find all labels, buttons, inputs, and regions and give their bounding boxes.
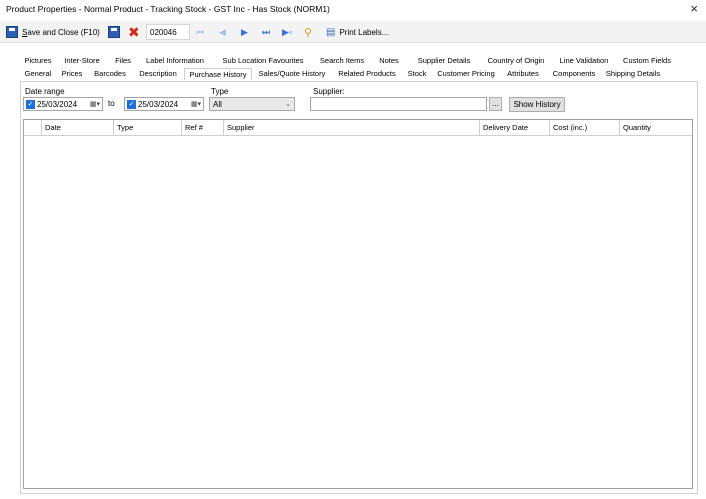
tab-supplier-details[interactable]: Supplier Details xyxy=(408,55,480,67)
previous-record-button[interactable]: ◀ xyxy=(219,24,226,40)
date-from-checkbox[interactable]: ✓ xyxy=(26,99,35,109)
column-header-type[interactable]: Type xyxy=(114,120,182,136)
delete-x-icon: ✖ xyxy=(128,24,140,40)
date-range-label: Date range xyxy=(25,87,65,96)
supplier-label: Supplier: xyxy=(313,87,345,96)
tab-prices[interactable]: Prices xyxy=(56,68,88,80)
supplier-input[interactable] xyxy=(310,97,487,111)
column-header-supplier[interactable]: Supplier xyxy=(224,120,480,136)
floppy-icon xyxy=(108,26,120,38)
tab-inter-store[interactable]: Inter-Store xyxy=(56,55,108,67)
last-record-button[interactable]: ⏭ xyxy=(262,24,270,40)
tab-row-top: Pictures Inter-Store Files Label Informa… xyxy=(20,55,678,67)
tab-shipping-details[interactable]: Shipping Details xyxy=(602,68,664,80)
type-select-value: All xyxy=(213,99,222,109)
row-indicator-header xyxy=(24,120,42,136)
browse-supplier-button[interactable]: ... xyxy=(489,97,502,111)
first-record-icon: ⏮ xyxy=(196,26,205,37)
date-from-value: 25/03/2024 xyxy=(37,99,78,109)
date-from-picker[interactable]: ✓ 25/03/2024 ▦▾ xyxy=(23,97,103,111)
column-header-cost-inc[interactable]: Cost (inc.) xyxy=(550,120,620,136)
tab-components[interactable]: Components xyxy=(546,68,602,80)
calendar-dropdown-icon[interactable]: ▦▾ xyxy=(90,100,100,108)
save-and-close-button[interactable]: Save and Close (F10) xyxy=(6,24,100,40)
magnifier-icon: ⚲ xyxy=(304,26,313,39)
tab-attributes[interactable]: Attributes xyxy=(500,68,546,80)
previous-record-icon: ◀ xyxy=(219,26,226,37)
new-record-button[interactable]: ▶▫ xyxy=(282,24,292,40)
tab-pictures[interactable]: Pictures xyxy=(20,55,56,67)
delete-button[interactable]: ✖ xyxy=(128,24,140,40)
next-record-button[interactable]: ▶ xyxy=(241,24,248,40)
type-label: Type xyxy=(211,87,229,96)
tab-custom-fields[interactable]: Custom Fields xyxy=(616,55,678,67)
tab-line-validation[interactable]: Line Validation xyxy=(552,55,616,67)
toolbar: Save and Close (F10) ✖ ⏮ ◀ ▶ ⏭ ▶▫ ⚲ ▤ Pr… xyxy=(0,21,706,43)
grid-header: Date Type Ref # Supplier Delivery Date C… xyxy=(24,120,692,136)
window-title: Product Properties - Normal Product - Tr… xyxy=(6,4,330,14)
date-to-picker[interactable]: ✓ 25/03/2024 ▦▾ xyxy=(124,97,204,111)
column-header-date[interactable]: Date xyxy=(42,120,114,136)
column-header-quantity[interactable]: Quantity xyxy=(620,120,692,136)
purchase-history-grid[interactable]: Date Type Ref # Supplier Delivery Date C… xyxy=(23,119,693,489)
close-icon[interactable]: × xyxy=(690,1,698,17)
title-bar: Product Properties - Normal Product - Tr… xyxy=(0,0,706,20)
tab-files[interactable]: Files xyxy=(108,55,138,67)
tab-purchase-history[interactable]: Purchase History xyxy=(184,68,252,80)
tab-general[interactable]: General xyxy=(20,68,56,80)
tab-country-of-origin[interactable]: Country of Origin xyxy=(480,55,552,67)
column-header-delivery-date[interactable]: Delivery Date xyxy=(480,120,550,136)
tab-sub-location-favourites[interactable]: Sub Location Favourites xyxy=(212,55,314,67)
print-labels-button[interactable]: ▤ Print Labels... xyxy=(326,24,388,40)
tab-related-products[interactable]: Related Products xyxy=(332,68,402,80)
first-record-button[interactable]: ⏮ xyxy=(196,24,204,40)
last-record-icon: ⏭ xyxy=(262,26,271,37)
tab-notes[interactable]: Notes xyxy=(370,55,408,67)
next-record-icon: ▶ xyxy=(241,26,248,37)
tab-sales-quote-history[interactable]: Sales/Quote History xyxy=(252,68,332,80)
save-and-close-label: ave and Close (F10) xyxy=(27,27,100,37)
tab-customer-pricing[interactable]: Customer Pricing xyxy=(432,68,500,80)
new-record-icon: ▶▫ xyxy=(282,26,293,37)
print-labels-label: Print Labels... xyxy=(339,27,389,37)
tab-search-items[interactable]: Search Items xyxy=(314,55,370,67)
save-icon xyxy=(6,26,18,38)
printer-icon: ▤ xyxy=(326,26,336,38)
tab-stock[interactable]: Stock xyxy=(402,68,432,80)
date-to-value: 25/03/2024 xyxy=(138,99,179,109)
column-header-ref[interactable]: Ref # xyxy=(182,120,224,136)
product-code-input[interactable] xyxy=(146,24,190,40)
find-button[interactable]: ⚲ xyxy=(304,24,312,40)
tab-description[interactable]: Description xyxy=(132,68,184,80)
date-to-checkbox[interactable]: ✓ xyxy=(127,99,136,109)
tab-label-information[interactable]: Label Information xyxy=(138,55,212,67)
save-button[interactable] xyxy=(108,24,120,40)
to-label: to xyxy=(108,99,115,108)
tab-row-bottom: General Prices Barcodes Description Purc… xyxy=(20,68,664,80)
show-history-button[interactable]: Show History xyxy=(509,97,565,112)
calendar-dropdown-icon[interactable]: ▦▾ xyxy=(191,100,201,108)
chevron-down-icon: ⌄ xyxy=(285,101,291,108)
tab-barcodes[interactable]: Barcodes xyxy=(88,68,132,80)
type-select[interactable]: All ⌄ xyxy=(209,97,295,111)
